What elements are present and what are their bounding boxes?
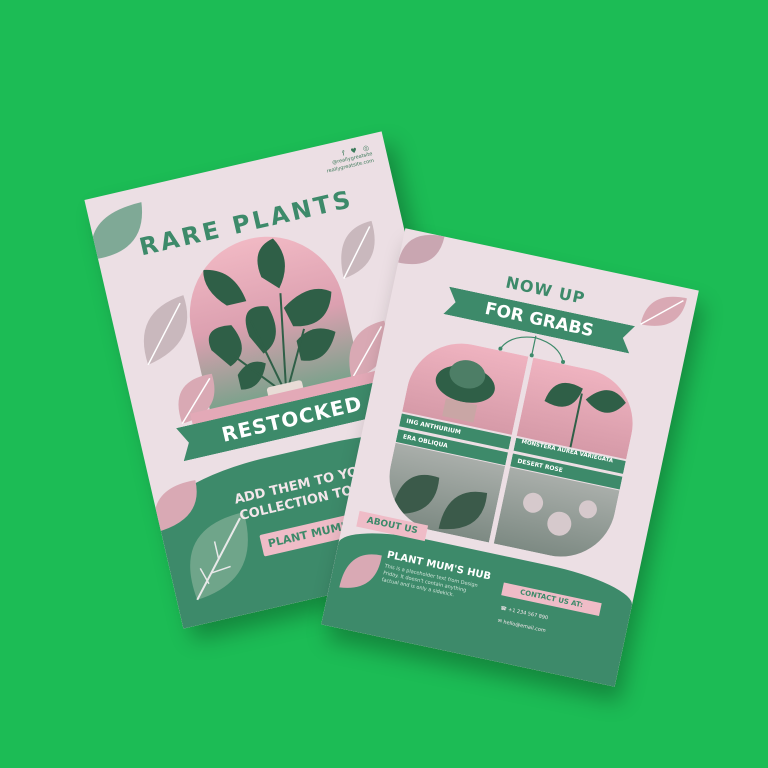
leaf-right-icon <box>341 220 375 279</box>
social-block: f ♥ ◎ @reallygreatsite reallygreatsite.c… <box>323 143 375 175</box>
